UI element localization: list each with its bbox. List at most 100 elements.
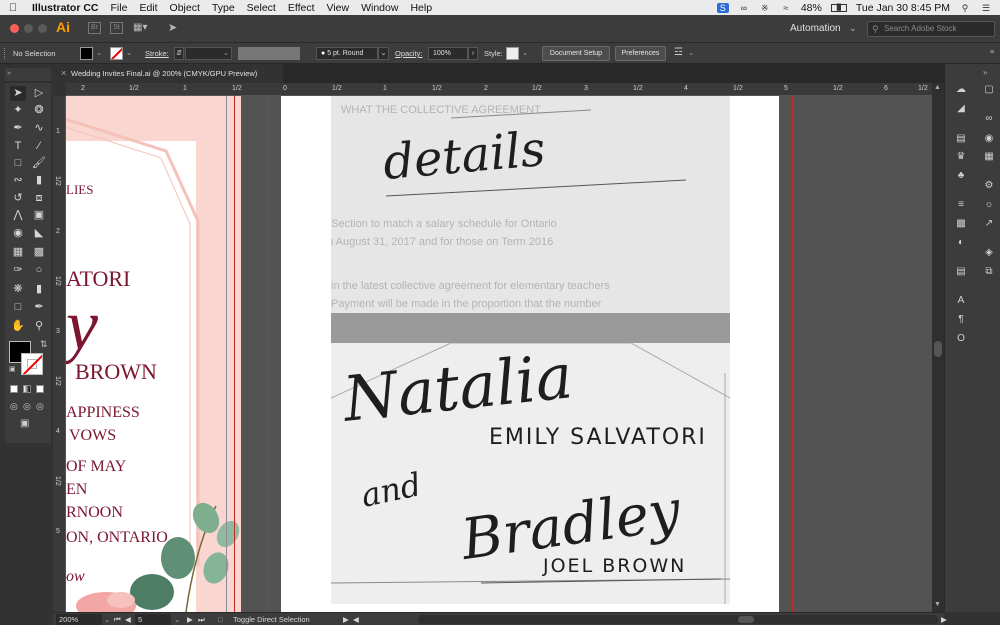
brush-definition-field[interactable]: ● 5 pt. Round	[316, 47, 378, 60]
align-icon[interactable]: ☲	[674, 47, 683, 58]
chevron-down-icon[interactable]: ⌄	[522, 48, 528, 57]
image-trace-icon[interactable]: ◢	[954, 102, 968, 115]
workspace-switcher[interactable]: Automation ⌄	[790, 23, 857, 34]
color-guide-icon[interactable]: ▤	[954, 132, 968, 145]
scanned-image[interactable]: WHAT THE COLLECTIVE AGREEMENT this Secti…	[331, 96, 730, 604]
mesh-tool-icon[interactable]: ▦	[10, 245, 26, 260]
blend-tool-icon[interactable]: ○	[31, 263, 47, 278]
horizontal-ruler[interactable]: 2 1/2 1 1/2 0 1/2 1 1/2 2 1/2 3 1/2 4 1/…	[66, 83, 932, 96]
status-arrow-icon[interactable]: ▶	[343, 614, 349, 625]
search-stock-input[interactable]: ⚲ Search Adobe Stock	[867, 21, 995, 37]
scale-tool-icon[interactable]: ⧈	[31, 191, 47, 206]
properties-icon[interactable]: ▢	[982, 83, 996, 96]
minimize-window-button[interactable]	[24, 24, 33, 33]
stroke-label[interactable]: Stroke:	[145, 49, 169, 58]
collapse-dock-icon[interactable]: »	[983, 68, 987, 77]
status-menu-icon[interactable]: □	[218, 614, 223, 625]
brushes-icon[interactable]: ♛	[954, 150, 968, 163]
swatches-icon[interactable]: ▦	[982, 150, 996, 163]
selection-tool-icon[interactable]: ➤	[10, 86, 26, 101]
menu-window[interactable]: Window	[355, 2, 404, 14]
libraries-icon[interactable]: ☁	[954, 83, 968, 96]
close-window-button[interactable]	[10, 24, 19, 33]
scroll-down-icon[interactable]: ▼	[934, 601, 941, 608]
artboards-icon[interactable]: ⧉	[982, 265, 996, 278]
gradient-mode-button[interactable]	[23, 385, 31, 393]
bridge-button[interactable]: Br	[88, 22, 101, 34]
vertical-ruler[interactable]: 1 1/2 2 1/2 3 1/2 4 1/2 5	[53, 96, 66, 612]
document-tab[interactable]: × Wedding Invites Final.ai @ 200% (CMYK/…	[58, 64, 283, 83]
stroke-panel-icon[interactable]: ≡	[954, 198, 968, 211]
menu-object[interactable]: Object	[164, 2, 206, 14]
chevron-down-icon[interactable]: ⌄	[688, 48, 694, 57]
gpu-performance-icon[interactable]: ➤	[168, 21, 177, 34]
menu-effect[interactable]: Effect	[282, 2, 321, 14]
chevron-down-icon[interactable]: ⌄	[96, 48, 102, 57]
artboard-tool-icon[interactable]: □	[10, 300, 26, 315]
arrange-documents-icon[interactable]: ▦▾	[133, 22, 147, 33]
menu-view[interactable]: View	[321, 2, 356, 14]
draw-behind-icon[interactable]: ◎	[23, 401, 31, 412]
pen-tool-icon[interactable]: ✒	[10, 121, 26, 136]
chevron-down-icon[interactable]: ⌄	[174, 614, 180, 625]
control-bar-grip[interactable]	[4, 48, 7, 59]
line-tool-icon[interactable]: ∕	[31, 139, 47, 154]
eraser-tool-icon[interactable]: ▮	[31, 173, 47, 188]
variable-width-profile[interactable]	[238, 47, 300, 60]
hand-tool-icon[interactable]: ✋	[10, 319, 26, 334]
menu-help[interactable]: Help	[404, 2, 438, 14]
status-scroll-right-icon[interactable]: ▶	[941, 614, 947, 625]
chevron-down-icon[interactable]: ⌄	[126, 48, 132, 57]
creative-cloud-icon[interactable]: ∞	[738, 3, 750, 13]
gradient-panel-icon[interactable]: ▩	[954, 217, 968, 230]
status-scroll-left-icon[interactable]: ◀	[353, 614, 359, 625]
horizontal-scrollbar[interactable]	[418, 615, 938, 624]
default-fill-stroke-icon[interactable]: ▣	[9, 365, 16, 373]
scroll-up-icon[interactable]: ▲	[934, 84, 941, 91]
menu-file[interactable]: File	[105, 2, 134, 14]
invite-artboard[interactable]: LIES ATORI y BROWN APPINESS VOWS OF MAY …	[66, 96, 241, 612]
zoom-level-field[interactable]: 200%	[56, 614, 102, 625]
previous-artboard-icon[interactable]: ◀	[125, 614, 131, 625]
opacity-arrow[interactable]: ›	[468, 47, 478, 60]
document-setup-button[interactable]: Document Setup	[542, 46, 610, 61]
brush-dropdown[interactable]: ⌄	[378, 47, 389, 60]
graphic-styles-icon[interactable]: ☼	[982, 198, 996, 211]
opentype-icon[interactable]: O	[954, 332, 968, 345]
screen-mode-icon[interactable]: ▣	[20, 418, 29, 429]
width-tool-icon[interactable]: ⋀	[10, 208, 26, 223]
draw-inside-icon[interactable]: ◎	[36, 401, 44, 412]
last-artboard-icon[interactable]: ⏭	[198, 614, 205, 625]
export-icon[interactable]: ↗	[982, 217, 996, 230]
symbol-sprayer-tool-icon[interactable]: ❋	[10, 282, 26, 297]
datetime[interactable]: Tue Jan 30 8:45 PM	[856, 2, 950, 14]
color-icon[interactable]: ◉	[982, 132, 996, 145]
transparency-icon[interactable]: ◐	[954, 236, 968, 249]
apple-icon[interactable]: 	[0, 2, 26, 14]
menu-app-name[interactable]: Illustrator CC	[26, 2, 105, 14]
curvature-tool-icon[interactable]: ∿	[31, 121, 47, 136]
opacity-label[interactable]: Opacity:	[395, 49, 423, 58]
bluetooth-icon[interactable]: ※	[759, 3, 771, 13]
toolbar-header[interactable]: »	[5, 68, 51, 82]
vertical-scrollbar[interactable]: ▲ ▼	[932, 83, 944, 612]
stock-button[interactable]: St	[110, 22, 123, 34]
first-artboard-icon[interactable]: ⏮	[114, 614, 121, 625]
menu-select[interactable]: Select	[241, 2, 282, 14]
symbols-icon[interactable]: ♣	[954, 169, 968, 182]
magic-wand-tool-icon[interactable]: ✦	[10, 103, 26, 118]
direct-selection-tool-icon[interactable]: ▷	[31, 86, 47, 101]
gradient-tool-icon[interactable]: ▩	[31, 245, 47, 260]
close-tab-icon[interactable]: ×	[61, 64, 66, 83]
style-swatch[interactable]	[506, 47, 519, 60]
wifi-icon[interactable]: ≈	[780, 3, 792, 13]
none-mode-button[interactable]	[36, 385, 44, 393]
stroke-weight-field[interactable]: ⌄	[185, 47, 232, 60]
menu-type[interactable]: Type	[206, 2, 241, 14]
perspective-grid-tool-icon[interactable]: ◣	[31, 226, 47, 241]
preferences-button[interactable]: Preferences	[615, 46, 666, 61]
battery-icon[interactable]: █	[830, 3, 847, 12]
rectangle-tool-icon[interactable]: □	[10, 156, 26, 171]
collapse-toolbar-icon[interactable]: »	[7, 70, 11, 77]
layers-icon[interactable]: ◈	[982, 246, 996, 259]
